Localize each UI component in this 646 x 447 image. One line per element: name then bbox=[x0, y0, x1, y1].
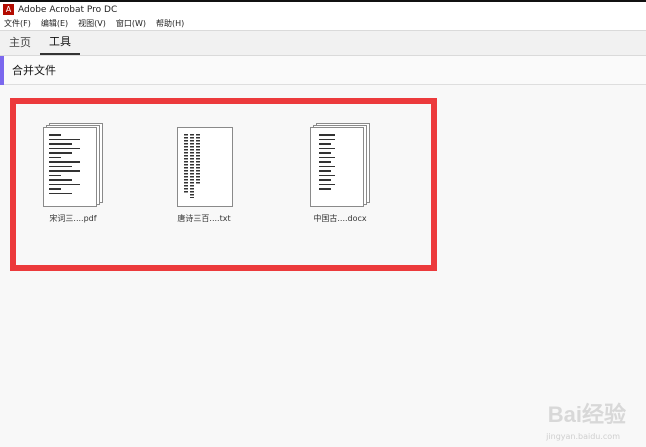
watermark-logo: Bai经验 bbox=[547, 402, 626, 427]
menu-help[interactable]: 帮助(H) bbox=[156, 18, 184, 29]
file-item-docx[interactable]: 中国古....docx bbox=[300, 123, 380, 224]
txt-document-icon bbox=[175, 127, 233, 209]
file-item-txt[interactable]: 唐诗三百....txt bbox=[164, 127, 244, 224]
menu-bar: 文件(F) 编辑(E) 视图(V) 窗口(W) 帮助(H) bbox=[0, 17, 646, 30]
menu-window[interactable]: 窗口(W) bbox=[116, 18, 146, 29]
docx-document-icon bbox=[308, 123, 372, 209]
menu-view[interactable]: 视图(V) bbox=[78, 18, 106, 29]
tool-accent-bar bbox=[0, 55, 4, 85]
title-bar: A Adobe Acrobat Pro DC bbox=[0, 0, 646, 17]
menu-file[interactable]: 文件(F) bbox=[4, 18, 31, 29]
tool-title: 合并文件 bbox=[12, 64, 56, 77]
files-area: 宋词三....pdf 唐诗三百....txt 中国古....docx Bai经验… bbox=[0, 85, 646, 447]
file-label-docx: 中国古....docx bbox=[313, 214, 367, 223]
tab-tools[interactable]: 工具 bbox=[40, 33, 80, 55]
pdf-document-icon bbox=[41, 123, 105, 209]
file-item-pdf[interactable]: 宋词三....pdf bbox=[33, 123, 113, 224]
tab-bar: 主页 工具 bbox=[0, 30, 646, 56]
menu-edit[interactable]: 编辑(E) bbox=[41, 18, 68, 29]
file-label-pdf: 宋词三....pdf bbox=[49, 214, 97, 223]
tab-home[interactable]: 主页 bbox=[0, 33, 40, 55]
window-title: Adobe Acrobat Pro DC bbox=[18, 4, 118, 15]
tool-header: 合并文件 bbox=[0, 55, 646, 85]
acrobat-icon: A bbox=[3, 4, 14, 15]
file-label-txt: 唐诗三百....txt bbox=[177, 214, 231, 223]
watermark-url: jingyan.baidu.com bbox=[546, 432, 620, 441]
